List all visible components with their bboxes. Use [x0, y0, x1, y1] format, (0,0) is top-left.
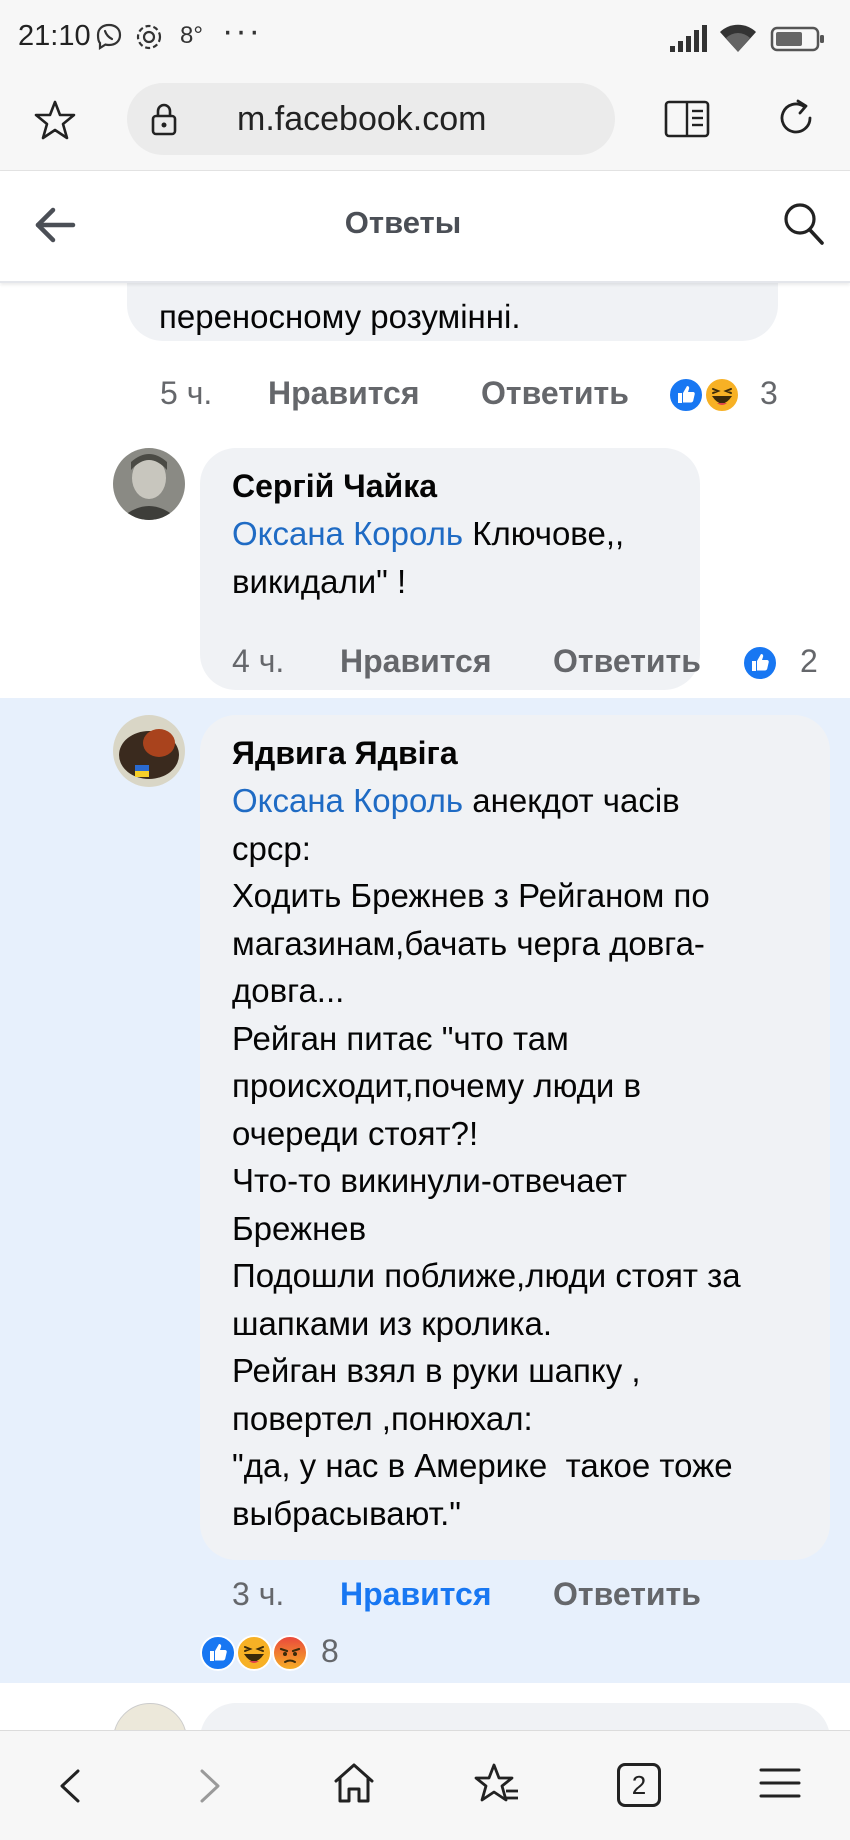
- like-button-active[interactable]: Нравится: [340, 1576, 492, 1613]
- comment-text-line: повертел ,понюхал:: [232, 1400, 533, 1437]
- tabs-count-button[interactable]: 2: [617, 1763, 661, 1807]
- reply-button[interactable]: Ответить: [481, 375, 629, 412]
- page-header: Ответы: [0, 171, 850, 283]
- battery-icon: [770, 26, 824, 52]
- comment-text-line: Что-то викинули-отвечает: [232, 1162, 627, 1199]
- signal-strength-icon: [670, 25, 707, 52]
- comment-text-line: выбрасывают.": [232, 1495, 461, 1532]
- page-title: Ответы: [344, 205, 462, 240]
- comment-text-part: Ключове,,: [463, 515, 625, 552]
- comment-text-part: анекдот часів: [463, 782, 680, 819]
- like-button[interactable]: Нравится: [340, 643, 492, 680]
- comment-text-line: Ходить Брежнев з Рейганом по: [232, 877, 710, 914]
- comment-text-line: шапками из кролика.: [232, 1305, 553, 1342]
- menu-icon[interactable]: [759, 1765, 801, 1801]
- like-reaction-icon[interactable]: [742, 645, 778, 681]
- comment-text-line: Подошли поближе,люди стоят за: [232, 1257, 741, 1294]
- comment-author[interactable]: Сергій Чайка: [232, 463, 437, 511]
- like-reaction-icon[interactable]: [668, 377, 704, 413]
- comments-feed: переносному розумінні. 5 ч. Нравится Отв…: [0, 283, 850, 1730]
- like-reaction-icon[interactable]: [200, 1635, 236, 1671]
- comment-time[interactable]: 5 ч.: [160, 375, 212, 412]
- comment-text-line: довга...: [232, 972, 345, 1009]
- forward-icon[interactable]: [196, 1767, 224, 1805]
- status-bar: 21:10 8° ···: [0, 0, 850, 78]
- comment-text: викидали" !: [232, 563, 407, 600]
- comment-text-line: "да, у нас в Америке такое тоже: [232, 1447, 733, 1484]
- browser-bottom-nav: 2: [0, 1730, 850, 1840]
- url-text: m.facebook.com: [237, 100, 487, 138]
- comment-text-line: Рейган взял в руки шапку ,: [232, 1352, 641, 1389]
- comment-text: Оксана Король Ключове,,: [232, 510, 624, 558]
- reaction-count[interactable]: 8: [321, 1633, 339, 1670]
- comment-text-line: магазинам,бачать черга довга-: [232, 925, 705, 962]
- home-icon[interactable]: [332, 1761, 376, 1805]
- comment-text-line: Брежнев: [232, 1210, 367, 1247]
- reload-icon[interactable]: [774, 96, 818, 140]
- avatar[interactable]: [113, 448, 185, 520]
- angry-reaction-icon[interactable]: [272, 1635, 308, 1671]
- avatar[interactable]: [113, 1703, 187, 1730]
- comment-text-line: Рейган питає "что там: [232, 1020, 569, 1057]
- settings-gear-icon: [136, 24, 162, 50]
- comment-text-line: срср:: [232, 830, 311, 867]
- status-time: 21:10: [18, 20, 91, 52]
- haha-reaction-icon[interactable]: [704, 377, 740, 413]
- back-icon[interactable]: [56, 1767, 84, 1805]
- comment-time[interactable]: 3 ч.: [232, 1576, 284, 1613]
- bookmark-star-icon[interactable]: [34, 99, 76, 141]
- comment-text: переносному розумінні.: [159, 298, 521, 335]
- reaction-count[interactable]: 2: [800, 643, 818, 680]
- comment-text-line: очереди стоят?!: [232, 1115, 479, 1152]
- wifi-icon: [720, 24, 756, 52]
- reaction-count[interactable]: 3: [760, 375, 778, 412]
- browser-toolbar: m.facebook.com: [0, 78, 850, 171]
- comment-text: Оксана Король анекдот часів: [232, 777, 680, 825]
- comment-text-line: происходит,почему люди в: [232, 1067, 642, 1104]
- comment-time[interactable]: 4 ч.: [232, 643, 284, 680]
- search-icon[interactable]: [782, 201, 826, 247]
- avatar[interactable]: [113, 715, 185, 787]
- haha-reaction-icon[interactable]: [236, 1635, 272, 1671]
- like-button[interactable]: Нравится: [268, 375, 420, 412]
- comment-author[interactable]: Ядвига Ядвіга: [232, 730, 458, 778]
- mention-link[interactable]: Оксана Король: [232, 782, 463, 819]
- mention-link[interactable]: Оксана Король: [232, 515, 463, 552]
- viber-icon: [96, 23, 122, 50]
- lock-icon: [151, 103, 177, 136]
- status-more-icon: ···: [222, 12, 262, 50]
- reply-button[interactable]: Ответить: [553, 643, 701, 680]
- comment-bubble: [200, 1703, 830, 1730]
- bookmarks-icon[interactable]: [474, 1761, 520, 1807]
- status-temperature: 8°: [180, 22, 203, 49]
- reply-button[interactable]: Ответить: [553, 1576, 701, 1613]
- address-bar[interactable]: m.facebook.com: [127, 83, 615, 155]
- reader-mode-icon[interactable]: [664, 99, 710, 139]
